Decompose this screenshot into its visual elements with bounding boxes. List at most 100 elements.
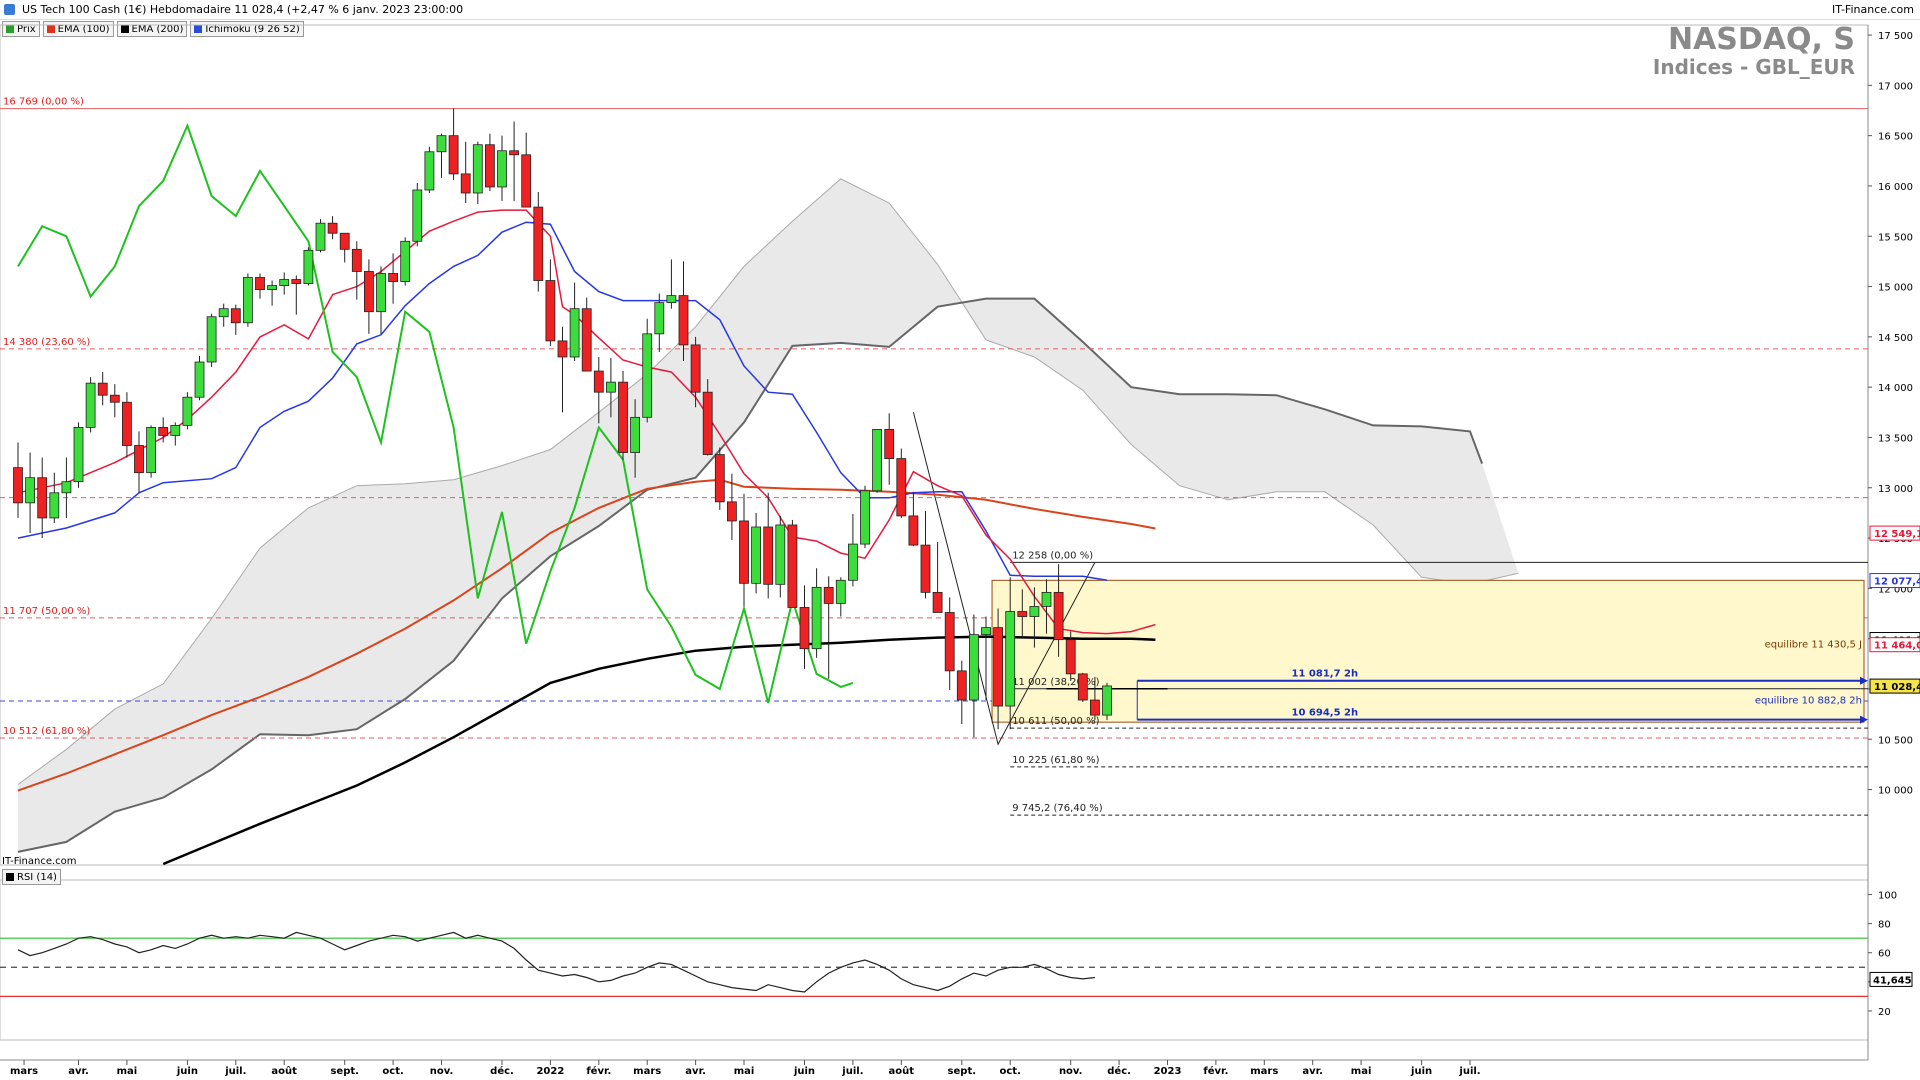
x-tick-label: mars: [633, 1066, 661, 1077]
legend-swatch: [6, 873, 14, 881]
candle-body: [1077, 673, 1088, 701]
candle-body: [1102, 685, 1112, 716]
candle-body: [85, 382, 96, 428]
x-tick-label: avr.: [685, 1066, 706, 1077]
candle-body: [823, 586, 834, 604]
candle-body: [49, 492, 60, 519]
x-tick-label: mars: [10, 1066, 38, 1077]
y-tick-label: 16 500: [1878, 132, 1913, 143]
rsi-line: [17, 931, 1095, 993]
candle-body: [122, 401, 132, 446]
candle-body: [146, 426, 157, 474]
x-tick-label: août: [889, 1065, 915, 1077]
candle-body: [134, 445, 144, 474]
x-tick-label: déc.: [490, 1065, 514, 1077]
candle-body: [448, 135, 459, 175]
candle-body: [1029, 606, 1040, 617]
candle-body: [472, 144, 483, 194]
candle-body: [182, 396, 193, 426]
candle-body: [37, 477, 48, 519]
candle-body: [388, 273, 399, 282]
candle-body: [751, 526, 761, 584]
candle-body: [25, 477, 36, 504]
equilibrium-zone: [991, 579, 1865, 723]
candle-body: [545, 280, 556, 342]
candle-body: [642, 333, 653, 418]
legend-label: RSI (14): [17, 871, 57, 883]
x-tick-label: nov.: [1059, 1066, 1083, 1077]
candle-body: [969, 634, 979, 701]
candle-body: [363, 271, 374, 313]
x-tick-label: févr.: [586, 1065, 611, 1077]
price-tag-label: 12 549,1: [1874, 529, 1920, 540]
candle-body: [569, 308, 580, 358]
price-chart[interactable]: 16 769 (0,00 %) 14 380 (23,60 %) 11 707 (5…: [0, 0, 1920, 1080]
legend-rsi[interactable]: RSI (14): [2, 869, 61, 885]
candle-body: [1017, 611, 1028, 617]
watermark: NASDAQ, S Indices - GBL_EUR: [1540, 22, 1855, 79]
candle-body: [339, 232, 350, 250]
candle-body: [896, 458, 907, 517]
x-tick-label: déc.: [1107, 1065, 1131, 1077]
fibo-right-label: 10 225 (61,80 %): [1012, 755, 1099, 766]
fibo-right-label: 10 611 (50,00 %): [1012, 716, 1099, 727]
candle-body: [291, 279, 302, 284]
candle-body: [436, 135, 447, 153]
y-tick-label: 13 000: [1878, 484, 1913, 495]
candle-body: [267, 285, 278, 290]
target-level-label: 11 081,7 2h: [1292, 669, 1359, 680]
fibo-level-label: 16 769 (0,00 %): [3, 97, 84, 108]
candle-body: [1005, 611, 1016, 707]
rsi-tick-label: 100: [1878, 891, 1897, 902]
x-tick-label: mai: [734, 1066, 755, 1077]
y-tick-label: 10 500: [1878, 735, 1913, 746]
candle-body: [109, 394, 120, 403]
candle-body: [884, 429, 895, 459]
watermark-symbol: NASDAQ, S: [1667, 22, 1855, 57]
candle-body: [690, 344, 701, 393]
fibo-right-label: 12 258 (0,00 %): [1012, 550, 1093, 561]
candle-body: [630, 416, 640, 453]
y-tick-label: 14 500: [1878, 333, 1913, 344]
candle-body: [956, 670, 967, 701]
price-tag-label: 11 464,0: [1874, 641, 1920, 652]
candle-body: [158, 426, 169, 436]
x-tick-label: avr.: [1302, 1066, 1323, 1077]
y-tick-label: 16 000: [1878, 182, 1913, 193]
candle-body: [73, 426, 84, 483]
candle-body: [170, 424, 181, 436]
y-tick-label: 17 500: [1878, 31, 1913, 42]
candle-body: [1053, 591, 1064, 641]
candle-body: [376, 273, 386, 313]
candle-body: [13, 467, 23, 504]
x-tick-label: juil.: [841, 1066, 863, 1077]
candle-body: [593, 370, 604, 393]
candle-body: [763, 526, 774, 585]
candle-body: [654, 302, 665, 335]
candle-body: [835, 579, 846, 604]
x-tick-label: mai: [117, 1066, 138, 1077]
candle-body: [206, 316, 217, 363]
candle-body: [533, 206, 544, 281]
candle-body: [460, 173, 471, 194]
y-tick-label: 15 500: [1878, 232, 1913, 243]
rsi-legend[interactable]: RSI (14): [2, 869, 61, 885]
x-tick-label: mars: [1250, 1066, 1278, 1077]
candle-body: [509, 150, 520, 156]
x-tick-label: avr.: [68, 1066, 89, 1077]
candle-body: [1090, 699, 1100, 716]
candle-body: [484, 144, 495, 188]
candle-body: [848, 543, 858, 581]
fibo-level-label: 14 380 (23,60 %): [3, 337, 90, 348]
candle-body: [944, 612, 955, 672]
candle-body: [799, 607, 810, 650]
candle-body: [702, 391, 713, 455]
candle-body: [1065, 639, 1076, 675]
candle-body: [521, 154, 532, 208]
rsi-tick-label: 20: [1878, 1007, 1891, 1018]
candle-body: [932, 591, 943, 613]
candle-body: [860, 490, 870, 545]
candle-body: [303, 249, 314, 284]
equilibrium-label: equilibre 11 430,5 J: [1765, 640, 1862, 651]
x-tick-label: juin: [176, 1066, 198, 1077]
